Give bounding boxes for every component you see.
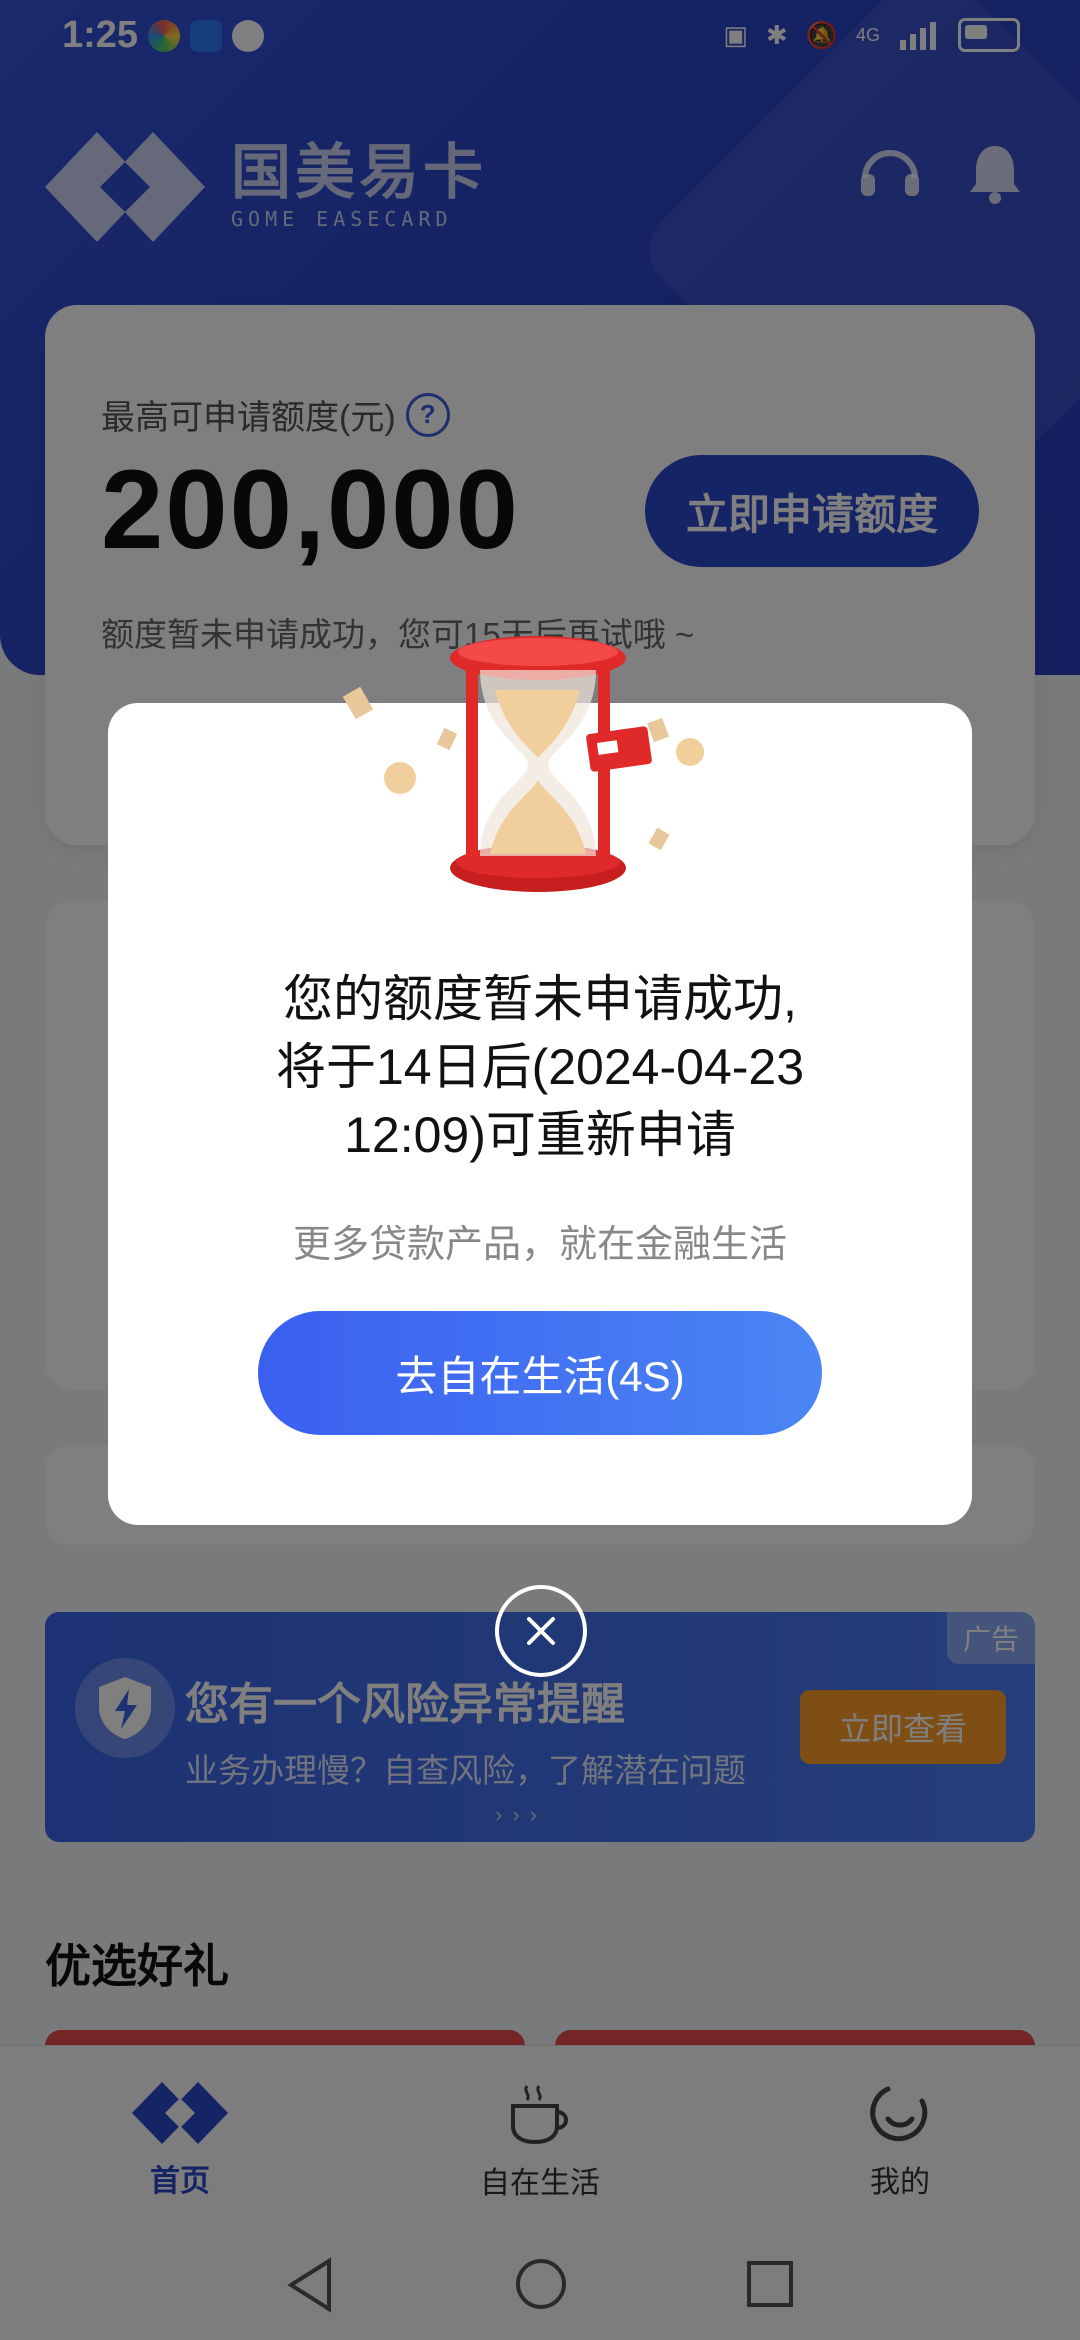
close-dialog-button[interactable] (495, 1585, 587, 1677)
hourglass-illustration (342, 636, 704, 892)
close-icon (527, 1617, 555, 1645)
dialog-message-line2: 将于14日后(2024-04-23 (275, 1039, 805, 1095)
dialog-message-line1: 您的额度暂未申请成功, (283, 971, 797, 1027)
dialog-subtitle: 更多贷款产品，就在金融生活 (292, 1224, 787, 1266)
dialog-message-line3: 12:09)可重新申请 (344, 1107, 736, 1163)
go-to-life-button[interactable]: 去自在生活(4S) (258, 1311, 822, 1435)
dialog-message: 您的额度暂未申请成功, 将于14日后(2024-04-23 12:09)可重新申… (108, 965, 972, 1169)
